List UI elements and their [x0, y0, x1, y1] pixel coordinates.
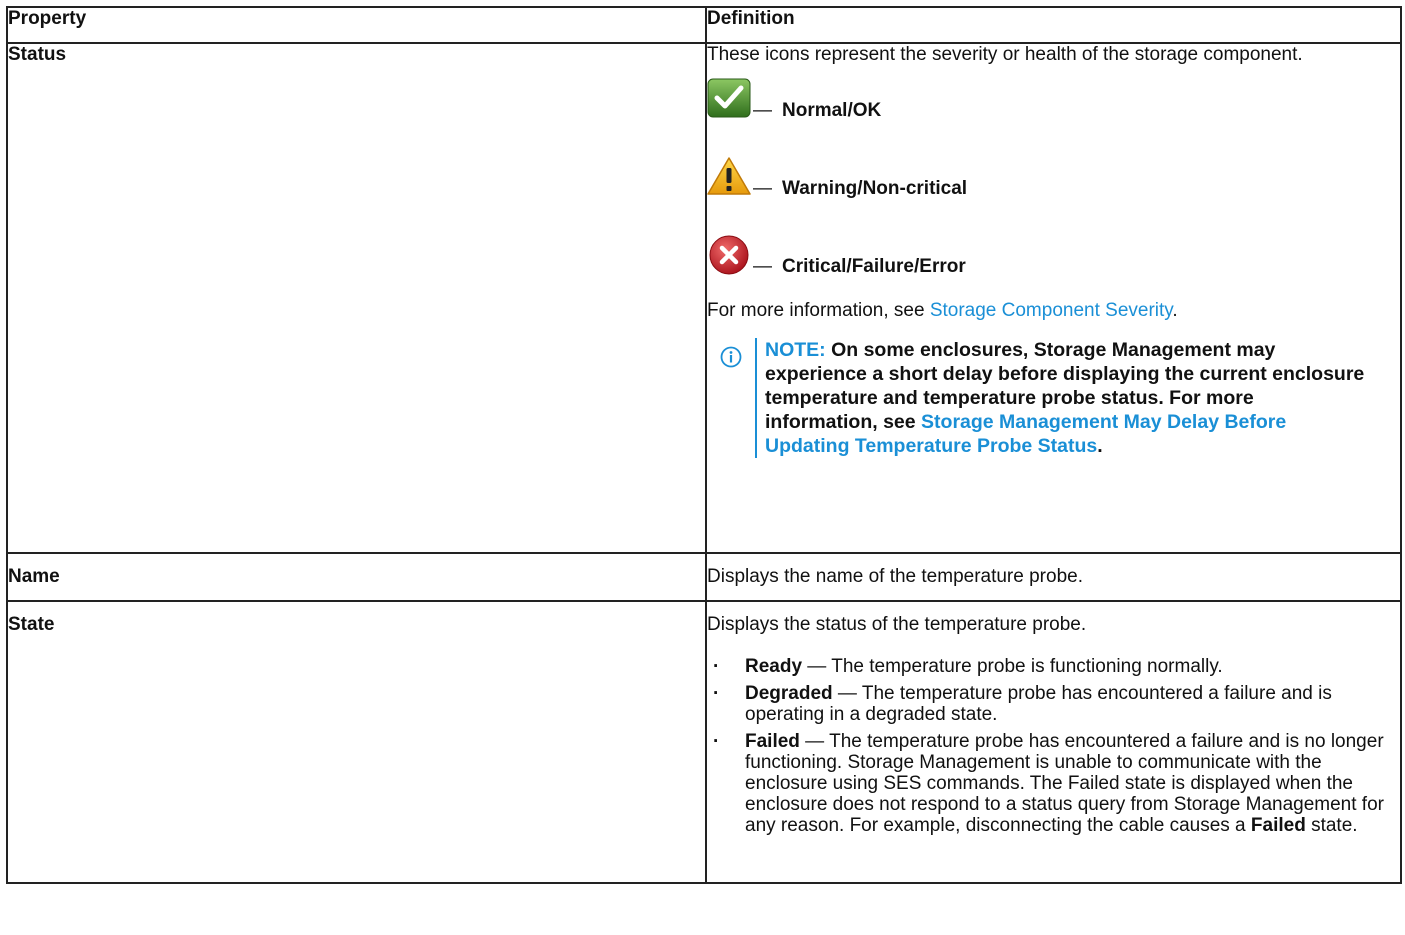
- note-box: NOTE: On some enclosures, Storage Manage…: [707, 338, 1400, 458]
- desc-ready: — The temperature probe is functioning n…: [802, 656, 1223, 677]
- list-item-failed: Failed — The temperature probe has encou…: [707, 731, 1385, 836]
- note-label: NOTE:: [765, 339, 826, 361]
- note-suffix: .: [1097, 435, 1103, 457]
- status-critical-dash: —: [753, 256, 772, 277]
- definition-column-header: Definition: [705, 6, 1402, 44]
- definition-status: These icons represent the severity or he…: [705, 42, 1402, 554]
- property-table: Property Definition Status These icons r…: [6, 6, 1402, 884]
- term-failed-inline: Failed: [1250, 815, 1306, 836]
- status-normal-dash: —: [753, 100, 772, 121]
- status-critical: — Critical/Failure/Error: [707, 230, 1400, 278]
- more-info-suffix: .: [1172, 300, 1178, 321]
- term-degraded: Degraded: [745, 683, 833, 704]
- status-normal-label: Normal/OK: [782, 100, 882, 121]
- property-state: State: [6, 600, 707, 884]
- status-critical-label: Critical/Failure/Error: [782, 256, 966, 277]
- property-name: Name: [6, 552, 707, 602]
- storage-component-severity-link[interactable]: Storage Component Severity: [930, 300, 1173, 321]
- definition-name: Displays the name of the temperature pro…: [705, 552, 1402, 602]
- more-info-text: For more information, see Storage Compon…: [707, 300, 1400, 322]
- desc-failed-end: state.: [1305, 815, 1358, 836]
- status-warning-dash: —: [753, 178, 772, 199]
- table-row-status: Status These icons represent the severit…: [6, 42, 1402, 554]
- status-normal: — Normal/OK: [707, 74, 1400, 122]
- header-row: Property Definition: [6, 6, 1402, 44]
- term-ready: Ready: [745, 656, 803, 677]
- term-failed: Failed: [745, 731, 800, 752]
- state-list: Ready — The temperature probe is functio…: [707, 656, 1400, 836]
- list-item-ready: Ready — The temperature probe is functio…: [707, 656, 1385, 677]
- warning-icon: [707, 156, 751, 200]
- check-icon: [707, 78, 751, 122]
- definition-state: Displays the status of the temperature p…: [705, 600, 1402, 884]
- note-body: NOTE: On some enclosures, Storage Manage…: [755, 338, 1365, 458]
- state-intro: Displays the status of the temperature p…: [707, 614, 1087, 635]
- property-column-header: Property: [6, 6, 707, 44]
- status-warning-label: Warning/Non-critical: [782, 178, 968, 199]
- status-warning: — Warning/Non-critical: [707, 152, 1400, 200]
- property-status: Status: [6, 42, 707, 554]
- more-info-prefix: For more information, see: [707, 300, 930, 321]
- error-icon: [707, 234, 751, 278]
- list-item-degraded: Degraded — The temperature probe has enc…: [707, 683, 1385, 725]
- info-icon: [720, 346, 742, 458]
- desc-degraded: — The temperature probe has encountered …: [745, 683, 1332, 725]
- table-row-state: State Displays the status of the tempera…: [6, 600, 1402, 884]
- table-row-name: Name Displays the name of the temperatur…: [6, 552, 1402, 602]
- status-intro: These icons represent the severity or he…: [707, 44, 1303, 65]
